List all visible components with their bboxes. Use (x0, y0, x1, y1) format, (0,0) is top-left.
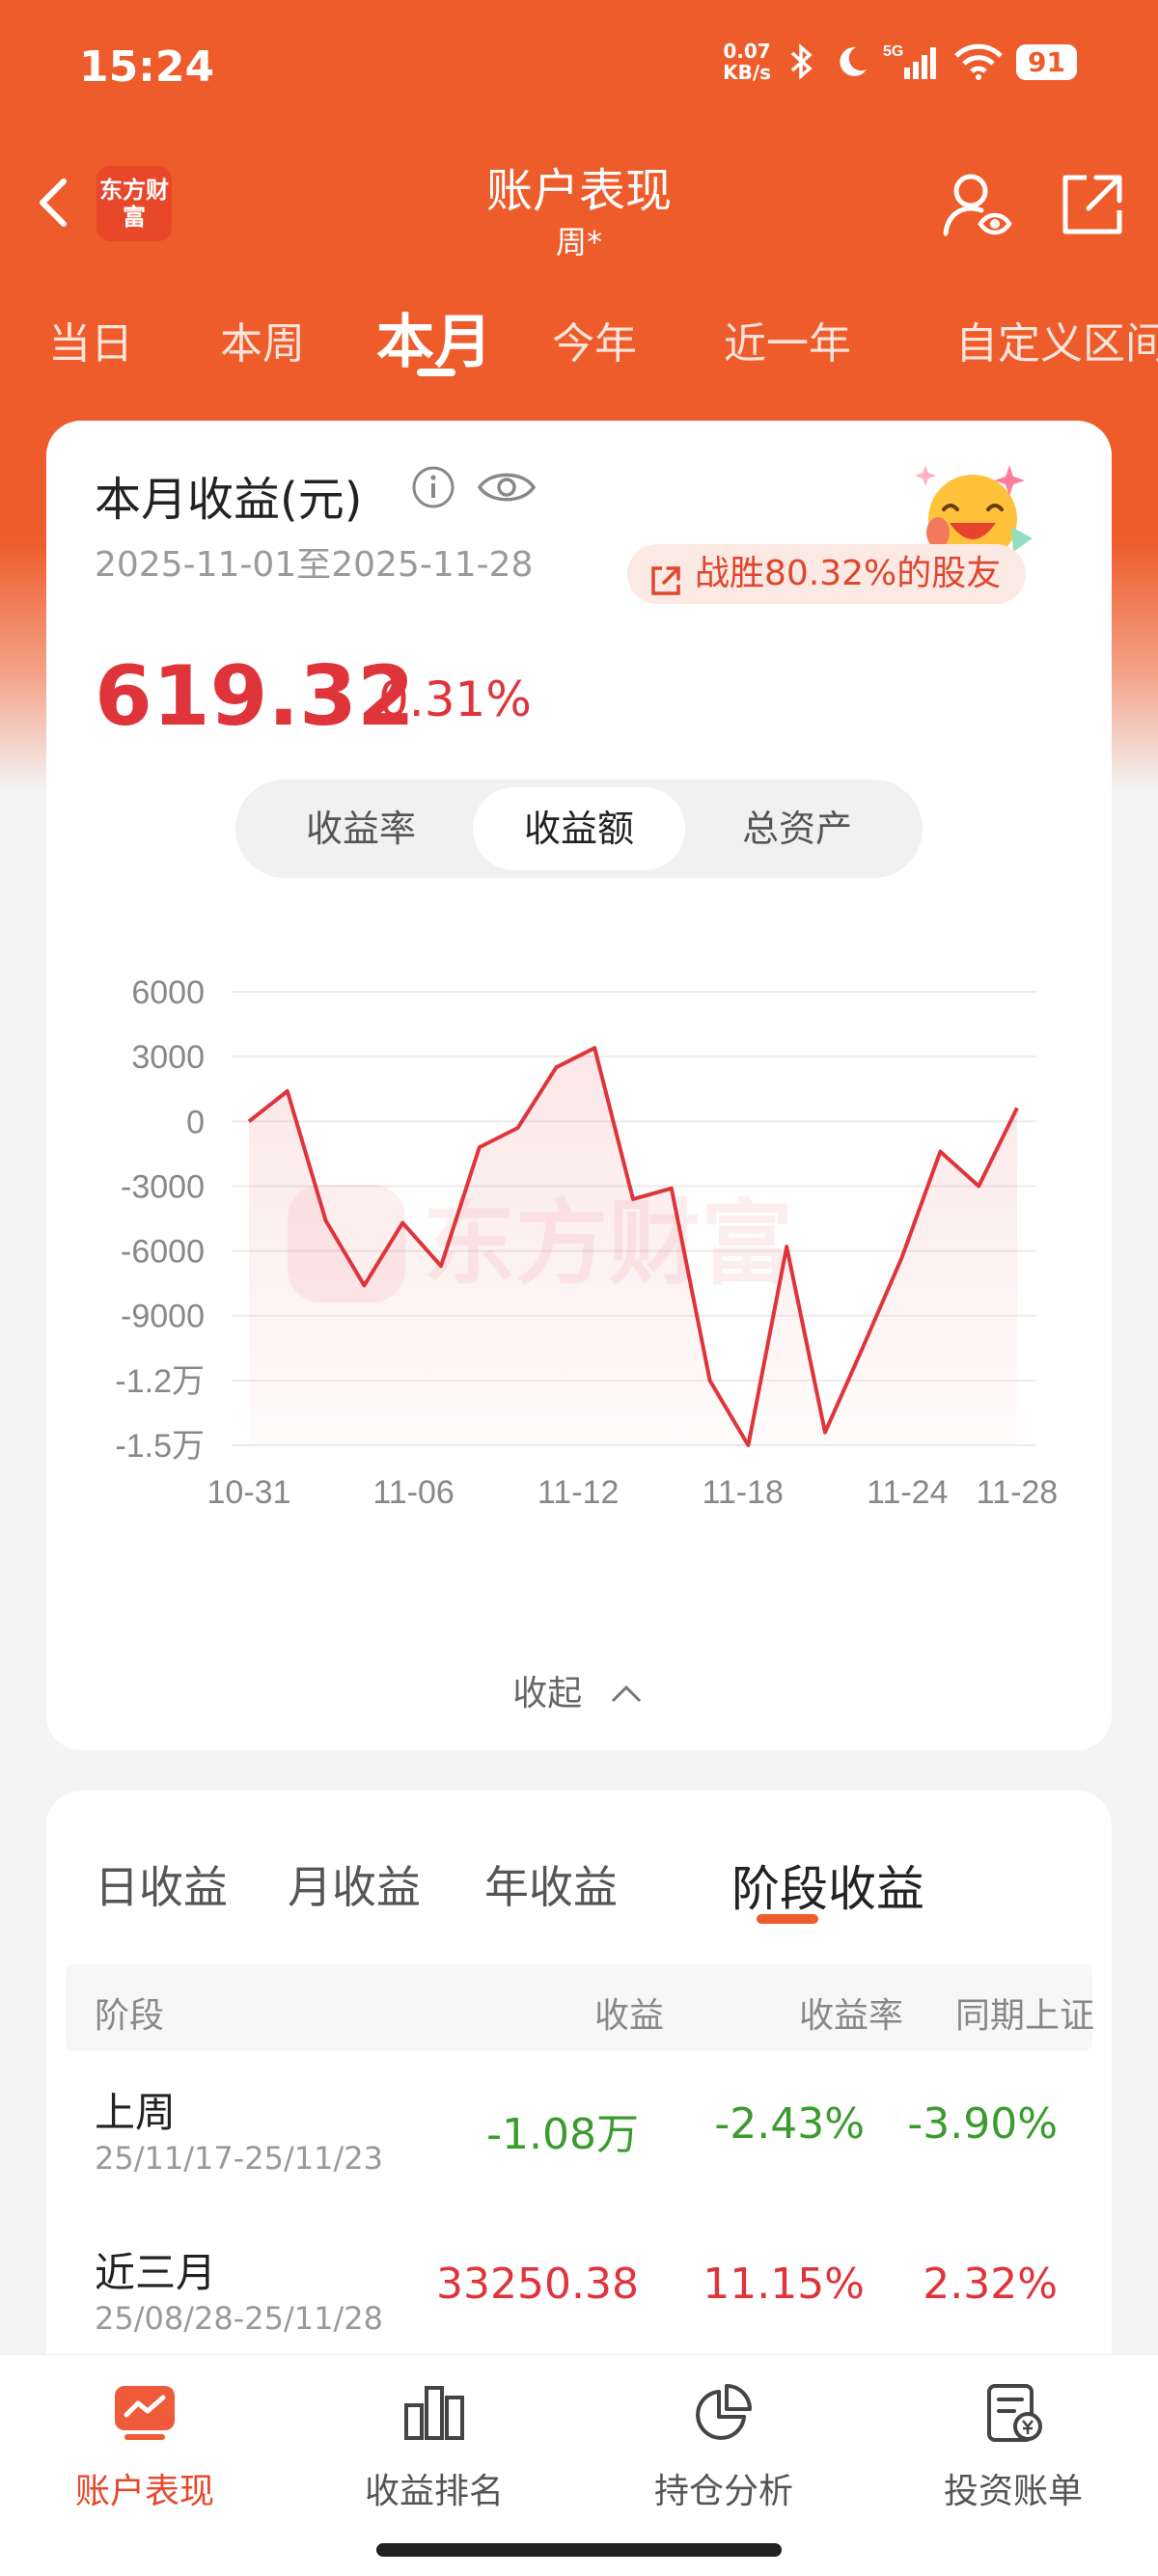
privacy-user-icon[interactable] (938, 166, 1015, 243)
table-header: 阶段 收益 收益率 同期上证 (66, 1964, 1095, 2051)
wifi-icon (952, 42, 1005, 81)
y-tick-label: -1.2万 (115, 1363, 205, 1400)
pie-chart-icon (685, 2374, 762, 2452)
nav-label: 持仓分析 (653, 2472, 793, 2511)
network-type-text: 5G (883, 43, 903, 60)
date-range: 2025-11-01至2025-11-28 (95, 545, 534, 585)
nav-label: 收益排名 (364, 2472, 504, 2511)
net-speed: 0.07 KB/s (723, 41, 771, 83)
metric-total-assets[interactable]: 总资产 (691, 780, 903, 878)
status-time: 15:24 (79, 42, 215, 92)
chevron-up-icon (611, 1685, 641, 1703)
row-index: 2.32% (923, 2260, 1058, 2309)
profit-chart: 东方财富 600030000-3000-6000-9000-1.2万-1.5万 … (115, 974, 1059, 1511)
x-tick-label: 11-24 (867, 1474, 948, 1511)
row-date-range: 25/08/28-25/11/28 (95, 2300, 383, 2337)
status-icons: 0.07 KB/s 5G 91 (723, 41, 1077, 83)
x-tick-label: 10-31 (207, 1474, 291, 1511)
y-tick-label: -1.5万 (115, 1428, 205, 1465)
y-tick-label: 6000 (131, 974, 205, 1011)
home-indicator (376, 2543, 782, 2557)
share-icon[interactable] (1054, 166, 1131, 243)
nav-label: 账户表现 (74, 2472, 214, 2511)
info-icon[interactable] (411, 465, 455, 513)
chart-screen-icon (106, 2374, 183, 2452)
row-stage-name: 近三月 (95, 2249, 217, 2296)
x-axis: 10-31 11-06 11-12 11-18 11-24 11-28 (207, 1474, 1059, 1511)
tab-stage-returns[interactable]: 阶段收益 (731, 1850, 924, 1920)
range-tabs: 当日 本周 本月 今年 近一年 自定义区间 (0, 289, 1158, 386)
header-index: 同期上证 (955, 1996, 1095, 2036)
net-speed-value: 0.07 (723, 40, 771, 63)
beat-percent-badge[interactable]: 战胜80.32%的股友 (627, 544, 1027, 604)
nav-investment-bill[interactable]: 投资账单 (868, 2374, 1158, 2513)
profit-amount: 619.32 (95, 648, 415, 745)
x-tick-label: 11-12 (538, 1474, 619, 1511)
bill-icon (975, 2374, 1052, 2452)
x-tick-label: 11-28 (977, 1474, 1058, 1511)
metric-return-rate[interactable]: 收益率 (255, 780, 467, 878)
collapse-button[interactable]: 收起 (46, 1665, 1112, 1715)
moon-icon (833, 42, 871, 81)
tab-this-week[interactable]: 本周 (220, 309, 305, 370)
metric-switch: 收益率 收益额 总资产 (235, 780, 923, 878)
metric-profit-amount[interactable]: 收益额 (473, 787, 685, 870)
active-subtab-indicator (757, 1914, 818, 1924)
y-tick-label: 0 (186, 1104, 205, 1140)
profit-percent: 0.31% (378, 671, 532, 727)
x-tick-label: 11-06 (372, 1474, 454, 1511)
tab-yearly-returns[interactable]: 年收益 (484, 1852, 618, 1916)
tab-today[interactable]: 当日 (48, 309, 133, 370)
row-date-range: 25/11/17-25/11/23 (95, 2140, 383, 2177)
battery-indicator: 91 (1016, 43, 1077, 80)
y-tick-label: -3000 (121, 1168, 205, 1205)
y-axis: 6000 3000 0 -3000 -6000 -9000 -1.2万 -1.5万 (115, 974, 205, 1465)
card-title: 本月收益(元) (95, 473, 363, 527)
tab-custom-range[interactable]: 自定义区间 (955, 309, 1158, 370)
row-profit: 33250.38 (436, 2260, 639, 2309)
share-badge-icon (648, 558, 683, 617)
tab-last-year[interactable]: 近一年 (724, 309, 851, 370)
beat-percent-text: 战胜80.32%的股友 (695, 554, 1002, 593)
row-rate: 11.15% (703, 2260, 865, 2309)
table-row[interactable]: 上周 25/11/17-25/11/23 -1.08万 -2.43% -3.90… (46, 2080, 1112, 2234)
collapse-label: 收起 (512, 1674, 583, 1713)
status-bar: 15:24 0.07 KB/s 5G 91 (0, 0, 1158, 135)
eye-icon[interactable] (477, 465, 537, 513)
bar-ranking-icon (396, 2374, 473, 2452)
nav-profit-ranking[interactable]: 收益排名 (290, 2374, 579, 2513)
active-tab-indicator (417, 369, 455, 376)
bluetooth-icon (783, 42, 821, 81)
y-tick-label: -9000 (121, 1299, 205, 1335)
row-profit: -1.08万 (486, 2110, 639, 2159)
header-stage: 阶段 (95, 1996, 165, 2036)
monthly-profit-card: 本月收益(元) 2025-11-01至2025-11-28 战胜80.32%的股… (46, 421, 1112, 1750)
tab-this-month[interactable]: 本月 (376, 295, 492, 379)
signal-icon: 5G (883, 42, 941, 81)
tab-this-year[interactable]: 今年 (552, 309, 637, 370)
net-speed-unit: KB/s (723, 61, 772, 84)
x-tick-label: 11-18 (702, 1474, 783, 1511)
nav-label: 投资账单 (943, 2472, 1083, 2511)
app-header: 东方财富 账户表现 周* (0, 145, 1158, 270)
nav-position-analysis[interactable]: 持仓分析 (579, 2374, 868, 2513)
y-tick-label: 3000 (131, 1039, 205, 1076)
tab-monthly-returns[interactable]: 月收益 (288, 1852, 421, 1916)
tab-daily-returns[interactable]: 日收益 (95, 1852, 228, 1916)
nav-account-performance[interactable]: 账户表现 (0, 2374, 290, 2513)
row-rate: -2.43% (714, 2099, 865, 2149)
y-tick-label: -6000 (121, 1234, 205, 1271)
row-index: -3.90% (907, 2099, 1058, 2149)
header-profit: 收益 (594, 1996, 665, 2036)
row-stage-name: 上周 (95, 2089, 177, 2136)
header-rate: 收益率 (799, 1996, 904, 2036)
